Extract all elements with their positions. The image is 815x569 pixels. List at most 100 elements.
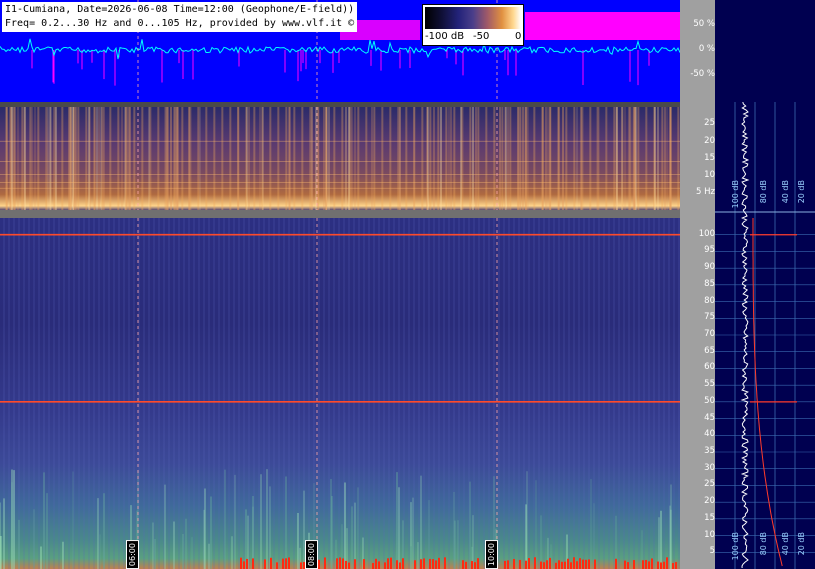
- hot-spot: [555, 562, 557, 569]
- hot-spot: [576, 561, 578, 569]
- high-frequency-tick-label: 85: [704, 278, 715, 289]
- time-marker-1000: 10:00: [485, 540, 498, 569]
- hot-spot: [402, 558, 404, 569]
- spectrogram-high-frequency: [0, 218, 680, 569]
- hot-spot: [519, 559, 521, 569]
- high-frequency-tick-label: 95: [704, 245, 715, 256]
- hot-spot: [264, 559, 266, 569]
- hot-spot: [645, 559, 647, 569]
- high-frequency-tick-label: 10: [704, 529, 715, 540]
- hot-spot: [615, 558, 617, 569]
- hot-spot: [471, 561, 473, 569]
- hot-spot: [399, 562, 401, 569]
- hot-spot: [435, 560, 437, 569]
- low-frequency-tick-label: 20: [704, 135, 715, 146]
- hot-spot: [384, 562, 386, 569]
- hot-spot: [252, 558, 254, 569]
- hot-spot: [270, 557, 272, 569]
- hot-spot: [474, 562, 476, 569]
- profile-label-40db-bottom: 40 dB: [781, 532, 790, 556]
- hot-spot: [336, 558, 338, 569]
- colorbar-min-label: -100 dB: [425, 31, 465, 42]
- high-frequency-tick-label: 100: [698, 228, 715, 239]
- waveform-panel: I1-Cumiana, Date=2026-06-08 Time=12:00 (…: [0, 0, 680, 102]
- hot-spot: [594, 559, 596, 569]
- hot-spot: [438, 557, 440, 569]
- hot-spot: [558, 560, 560, 569]
- hot-spot: [507, 560, 509, 569]
- hot-spot: [285, 558, 287, 569]
- hot-spot: [666, 557, 668, 569]
- high-frequency-tick-label: 65: [704, 345, 715, 356]
- spectrogram-high-overlay: [0, 218, 680, 569]
- high-frequency-tick-label: 35: [704, 446, 715, 456]
- hot-spot: [339, 557, 341, 569]
- hot-spot: [579, 558, 581, 569]
- hot-spot: [276, 562, 278, 569]
- low-frequency-tick-label: 10: [704, 170, 715, 181]
- hot-spot: [543, 562, 545, 569]
- high-frequency-tick-label: 70: [704, 329, 715, 339]
- hot-spot: [414, 560, 416, 569]
- profile-label-100db-top: 100 dB: [731, 180, 740, 209]
- high-frequency-tick-label: 45: [704, 412, 715, 423]
- hot-spot: [528, 558, 530, 569]
- hot-spot: [477, 558, 479, 569]
- profile-label-20db-top: 20 dB: [797, 180, 806, 204]
- high-frequency-tick-label: 75: [704, 312, 715, 323]
- hot-spot: [561, 561, 563, 569]
- hot-spot: [465, 561, 467, 569]
- high-frequency-tick-label: 15: [704, 512, 715, 523]
- hot-spot: [372, 562, 374, 569]
- hot-spot: [282, 558, 284, 569]
- high-frequency-tick-label: 30: [704, 462, 715, 473]
- low-frequency-tick-label: 5 Hz: [696, 187, 715, 198]
- hot-spot: [672, 562, 674, 569]
- colorbar-mid-label: -50: [473, 31, 490, 42]
- hot-spot: [624, 560, 626, 569]
- hot-spot: [429, 558, 431, 569]
- hot-spot: [432, 559, 434, 569]
- panel-separator: [0, 210, 680, 218]
- hot-spot: [570, 562, 572, 569]
- profile-label-100db-bottom: 100 dB: [731, 532, 740, 561]
- hot-spot: [363, 559, 365, 569]
- hot-spot: [240, 557, 242, 569]
- hot-spot: [633, 560, 635, 569]
- high-frequency-tick-label: 5: [709, 546, 715, 557]
- hot-spot: [651, 558, 653, 569]
- hot-spot: [420, 559, 422, 569]
- hot-spot: [513, 558, 515, 569]
- hot-spot: [564, 561, 566, 569]
- hot-spot: [534, 557, 536, 569]
- high-frequency-tick-label: 90: [704, 262, 715, 273]
- high-frequency-tick-label: 60: [704, 362, 715, 373]
- hot-spot: [348, 562, 350, 569]
- time-marker-0800: 08:00: [305, 540, 318, 569]
- hot-spot: [588, 559, 590, 569]
- hot-spot: [390, 557, 392, 569]
- hot-spot: [525, 560, 527, 569]
- hot-spot: [375, 558, 377, 569]
- clip-band: [525, 12, 680, 40]
- hot-spot: [660, 562, 662, 569]
- hot-spot: [582, 559, 584, 569]
- header-line-2: Freq= 0.2...30 Hz and 0...105 Hz, provid…: [5, 18, 355, 29]
- hot-spot: [504, 560, 506, 569]
- spectrogram-low-frequency: [0, 107, 680, 210]
- waveform-tick-label: -50 %: [690, 69, 715, 79]
- high-frequency-tick-label: 55: [704, 379, 715, 390]
- hot-spot: [642, 560, 644, 569]
- hot-spot: [243, 561, 245, 569]
- hot-spot: [318, 559, 320, 569]
- hot-spot: [540, 561, 542, 569]
- high-frequency-tick-label: 25: [704, 479, 715, 490]
- hot-spot: [300, 562, 302, 569]
- profile-label-80db-bottom: 80 dB: [759, 532, 768, 556]
- high-frequency-tick-label: 80: [704, 295, 715, 306]
- hot-spot: [444, 557, 446, 569]
- colorbar-max-label: 0: [515, 31, 522, 42]
- profile-average-trace: [752, 218, 783, 567]
- hot-spot: [345, 560, 347, 569]
- hot-spot: [663, 561, 665, 569]
